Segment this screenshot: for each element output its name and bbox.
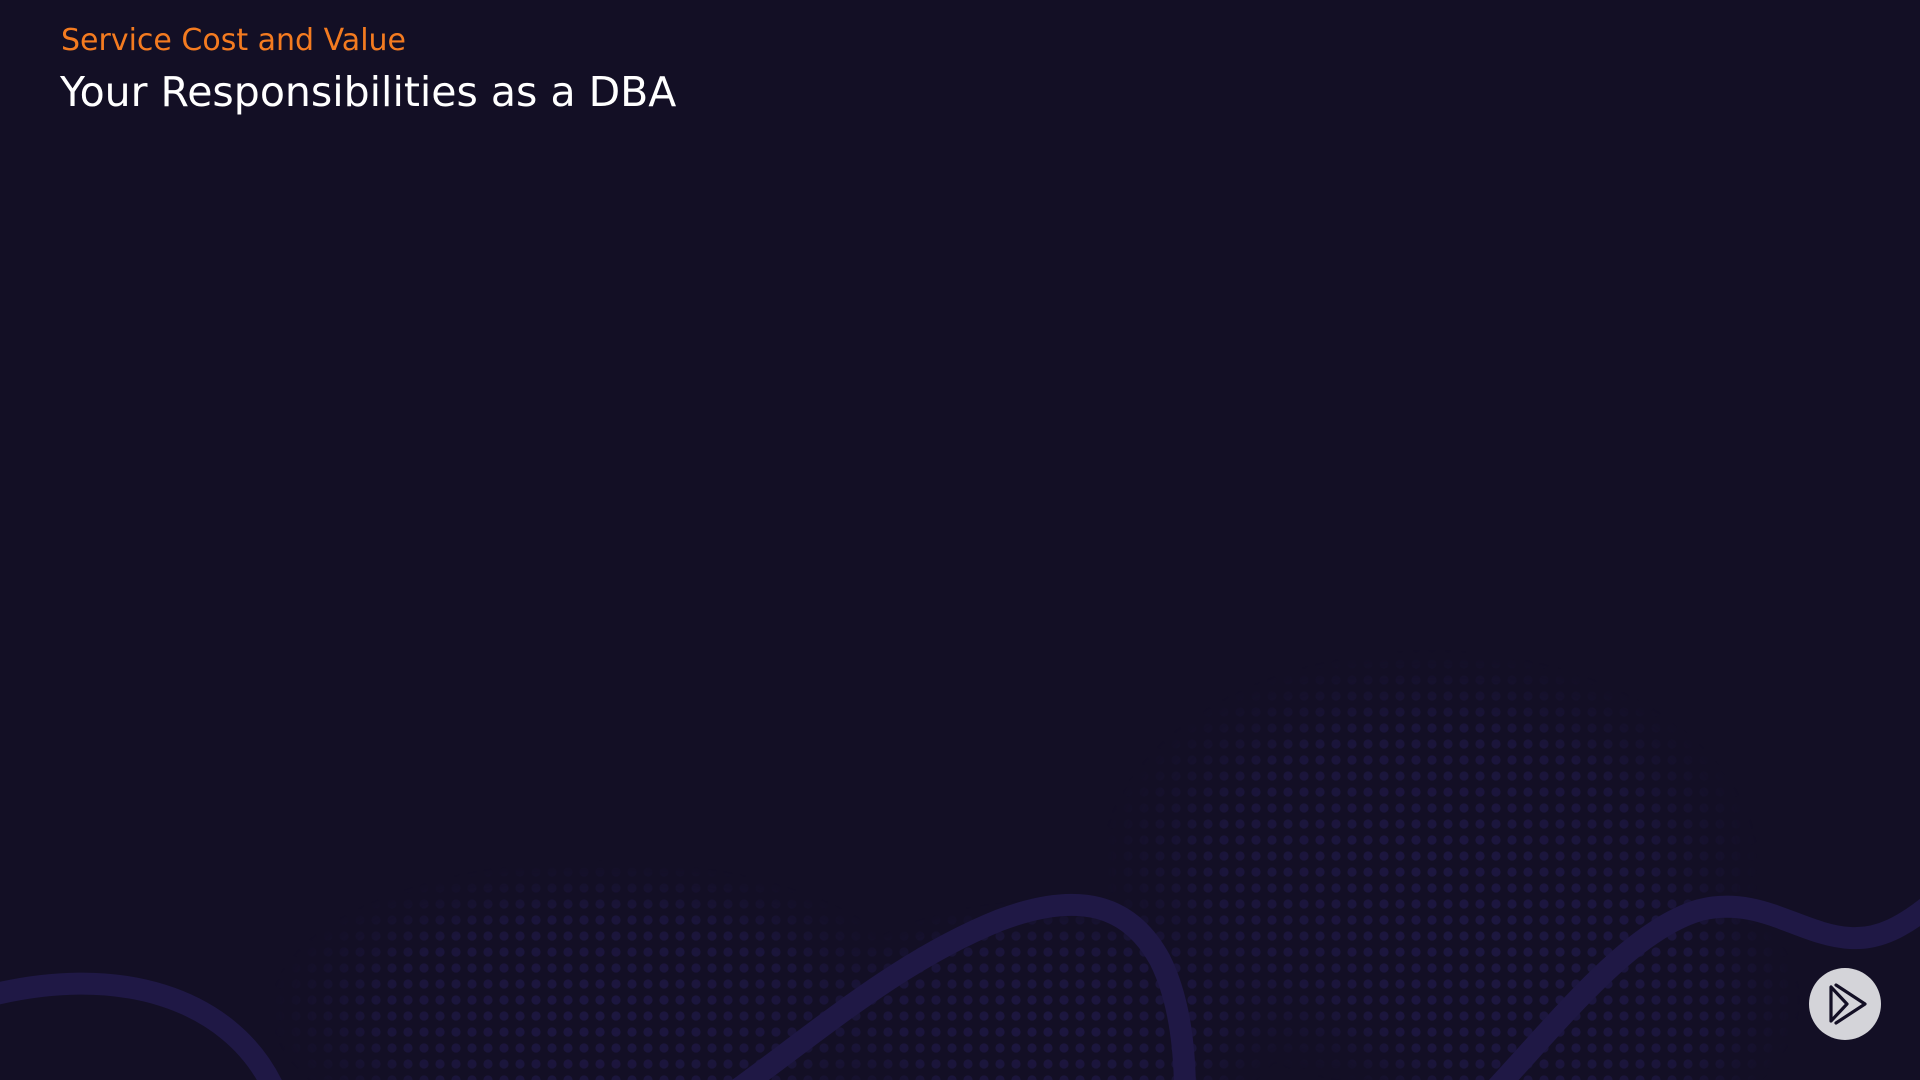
slide: Service Cost and Value Your Responsibili… — [0, 0, 1920, 1080]
section-label: Service Cost and Value — [61, 23, 406, 58]
player-logo-button[interactable] — [1809, 968, 1881, 1040]
dot-pattern — [0, 600, 1920, 1080]
play-logo-icon — [1829, 983, 1867, 1025]
slide-title: Your Responsibilities as a DBA — [60, 68, 677, 116]
background-decoration — [0, 600, 1920, 1080]
